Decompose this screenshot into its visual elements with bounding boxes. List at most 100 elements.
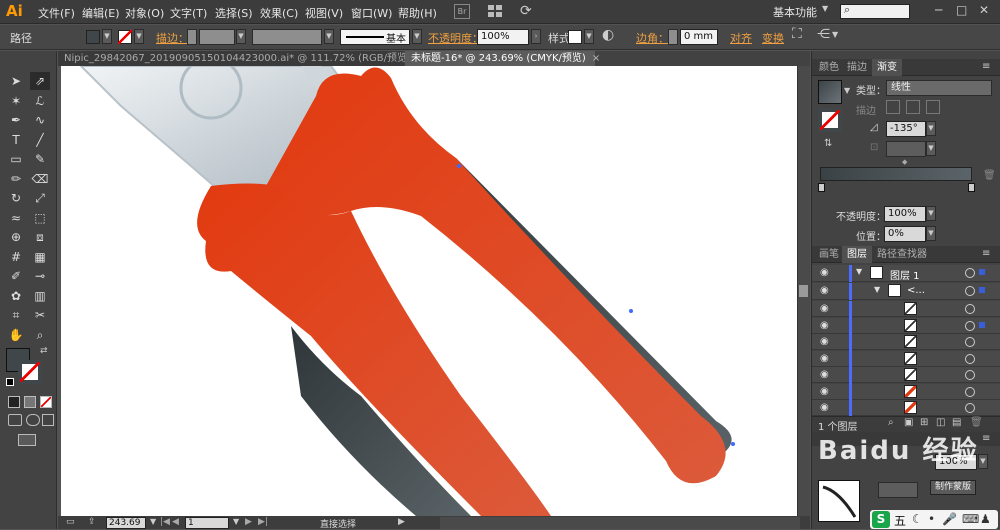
eye-icon[interactable]: ◉ (820, 369, 829, 380)
panel-menu-icon[interactable]: ≡ (982, 433, 990, 444)
rectangle-tool[interactable]: ▭ (6, 150, 26, 168)
chevron-down-icon[interactable]: ▼ (822, 4, 828, 13)
tab-gradient[interactable]: 渐变 (872, 59, 902, 76)
status-menu-icon[interactable]: ▶ (398, 517, 405, 527)
gradient-position-field[interactable]: 0% (884, 226, 926, 242)
color-mode-icon[interactable] (8, 396, 20, 408)
stroke-stepper[interactable] (187, 29, 197, 45)
selection-indicator[interactable] (979, 287, 985, 293)
target-icon[interactable] (965, 304, 975, 314)
direct-select-tool[interactable]: ⇗ (30, 72, 50, 90)
ime-keyboard-icon[interactable]: ⌨ (962, 512, 979, 526)
swap-colors-icon[interactable]: ⇄ (40, 346, 48, 356)
hand-tool[interactable]: ✋ (6, 326, 26, 344)
corner-radius-field[interactable]: 0 mm (680, 29, 718, 45)
artboard-number-field[interactable]: 1 (185, 517, 229, 529)
target-icon[interactable] (965, 353, 975, 364)
free-transform-tool[interactable]: ⬚ (30, 209, 50, 227)
chevron-down-icon[interactable]: ▼ (233, 517, 239, 526)
chevron-down-icon[interactable]: ▼ (832, 30, 838, 39)
gradient-mode-icon[interactable] (24, 396, 36, 408)
tab-nipic-document[interactable]: Nipic_29842067_20190905150104423000.ai* … (58, 51, 425, 66)
midpoint-diamond-icon[interactable]: ◆ (902, 158, 907, 166)
layer-row-path[interactable]: ◉ (812, 317, 1000, 335)
eyedropper-tool[interactable]: ✐ (6, 267, 26, 285)
chevron-down-icon[interactable]: ▼ (926, 121, 936, 136)
ime-punct-icon[interactable]: • (928, 512, 935, 526)
chevron-down-icon[interactable]: ▼ (978, 454, 988, 469)
ime-logo-icon[interactable]: S (872, 511, 890, 528)
last-artboard-icon[interactable]: ▶| (258, 517, 268, 527)
gradient-preview-swatch[interactable] (818, 80, 842, 104)
gradient-tool[interactable]: ▦ (30, 248, 50, 266)
shape-builder-tool[interactable]: ⊕ (6, 228, 26, 246)
slice-tool[interactable]: ✂ (30, 306, 50, 324)
chevron-right-icon[interactable]: › (531, 29, 541, 44)
tab-layers[interactable]: 图层 (842, 246, 872, 263)
corner-stepper[interactable] (668, 29, 678, 45)
chevron-down-icon[interactable]: ▼ (236, 29, 246, 44)
layer-name[interactable]: 图层 1 (890, 267, 920, 282)
chevron-down-icon[interactable]: ▼ (874, 285, 880, 294)
default-colors-icon[interactable] (6, 378, 14, 386)
isolate-icon[interactable]: ⛶ (792, 26, 802, 42)
ime-toolbar[interactable]: S 五 ☾ • 🎤 ⌨ ♟ (870, 510, 998, 529)
selection-indicator[interactable] (979, 269, 985, 275)
layer-row-group[interactable]: ◉ ▼ <... (812, 283, 1000, 300)
make-mask-button[interactable]: 制作蒙版 (930, 480, 976, 495)
layer-row-path[interactable]: ◉ (812, 334, 1000, 351)
gradient-stop-end[interactable] (968, 183, 975, 192)
eye-icon[interactable]: ◉ (820, 303, 829, 314)
chevron-down-icon[interactable]: ▼ (150, 517, 156, 526)
eye-icon[interactable]: ◉ (820, 285, 829, 296)
transform-link[interactable]: 变换 (762, 30, 784, 46)
ime-moon-icon[interactable]: ☾ (912, 512, 923, 526)
new-sublayer-icon[interactable]: ⊞ (920, 417, 928, 428)
add-layer-icon[interactable]: ▤ (952, 417, 961, 428)
opacity-field[interactable]: 100% (477, 29, 529, 45)
chevron-down-icon[interactable]: ▼ (856, 267, 862, 276)
chevron-down-icon[interactable]: ▼ (324, 29, 334, 44)
clipping-mask-icon[interactable]: ▣ (904, 417, 913, 428)
gpu-performance-icon[interactable]: ⟳ (520, 3, 532, 19)
gradient-stop-start[interactable] (818, 183, 825, 192)
screen-mode-icon[interactable] (18, 434, 36, 446)
search-input[interactable] (840, 4, 910, 19)
target-icon[interactable] (965, 337, 975, 347)
tab-pathfinder[interactable]: 路径查找器 (872, 246, 932, 263)
draw-normal-icon[interactable] (8, 414, 22, 426)
panel-menu-icon[interactable]: ≡ (982, 248, 990, 259)
vertical-scroll-thumb[interactable] (799, 285, 808, 297)
panel-options-icon[interactable]: ⋲ (817, 27, 830, 42)
eraser-tool[interactable]: ⌫ (30, 170, 50, 188)
menu-help[interactable]: 帮助(H) (398, 5, 437, 21)
gradient-slider[interactable] (820, 167, 972, 181)
stroke-label[interactable]: 描边： (156, 30, 189, 46)
export-icon[interactable]: ⇪ (88, 517, 96, 527)
stroke-across-icon[interactable] (926, 100, 940, 114)
pen-tool[interactable]: ✒ (6, 111, 26, 129)
zoom-level-field[interactable]: 243.69 (106, 517, 146, 529)
menu-select[interactable]: 选择(S) (215, 5, 253, 21)
select-tool[interactable]: ➤ (6, 72, 26, 90)
target-icon[interactable] (965, 370, 975, 380)
paintbrush-tool[interactable]: ✎ (30, 150, 50, 168)
fill-color-swatch[interactable] (86, 30, 100, 44)
close-icon[interactable]: ✕ (979, 3, 989, 17)
scale-tool[interactable]: ⤢ (30, 189, 50, 207)
horizontal-scrollbar[interactable] (440, 517, 800, 529)
corner-label[interactable]: 边角： (636, 30, 669, 46)
eye-icon[interactable]: ◉ (820, 353, 829, 364)
trash-icon[interactable]: 🗑 (970, 417, 983, 428)
gradient-aspect-field[interactable] (886, 141, 926, 157)
magic-wand-tool[interactable]: ✶ (6, 92, 26, 110)
draw-inside-icon[interactable] (42, 414, 54, 426)
recolor-artwork-icon[interactable]: ◐ (602, 27, 614, 43)
target-icon[interactable] (965, 320, 975, 331)
target-icon[interactable] (965, 386, 975, 397)
reverse-gradient-icon[interactable]: ⇅ (824, 138, 832, 149)
menu-type[interactable]: 文字(T) (170, 5, 207, 21)
layer-row-path[interactable]: ◉ (812, 400, 1000, 417)
tab-untitled-16[interactable]: 未标题-16* @ 243.69% (CMYK/预览) × (405, 51, 600, 66)
artboard[interactable] (61, 66, 797, 516)
